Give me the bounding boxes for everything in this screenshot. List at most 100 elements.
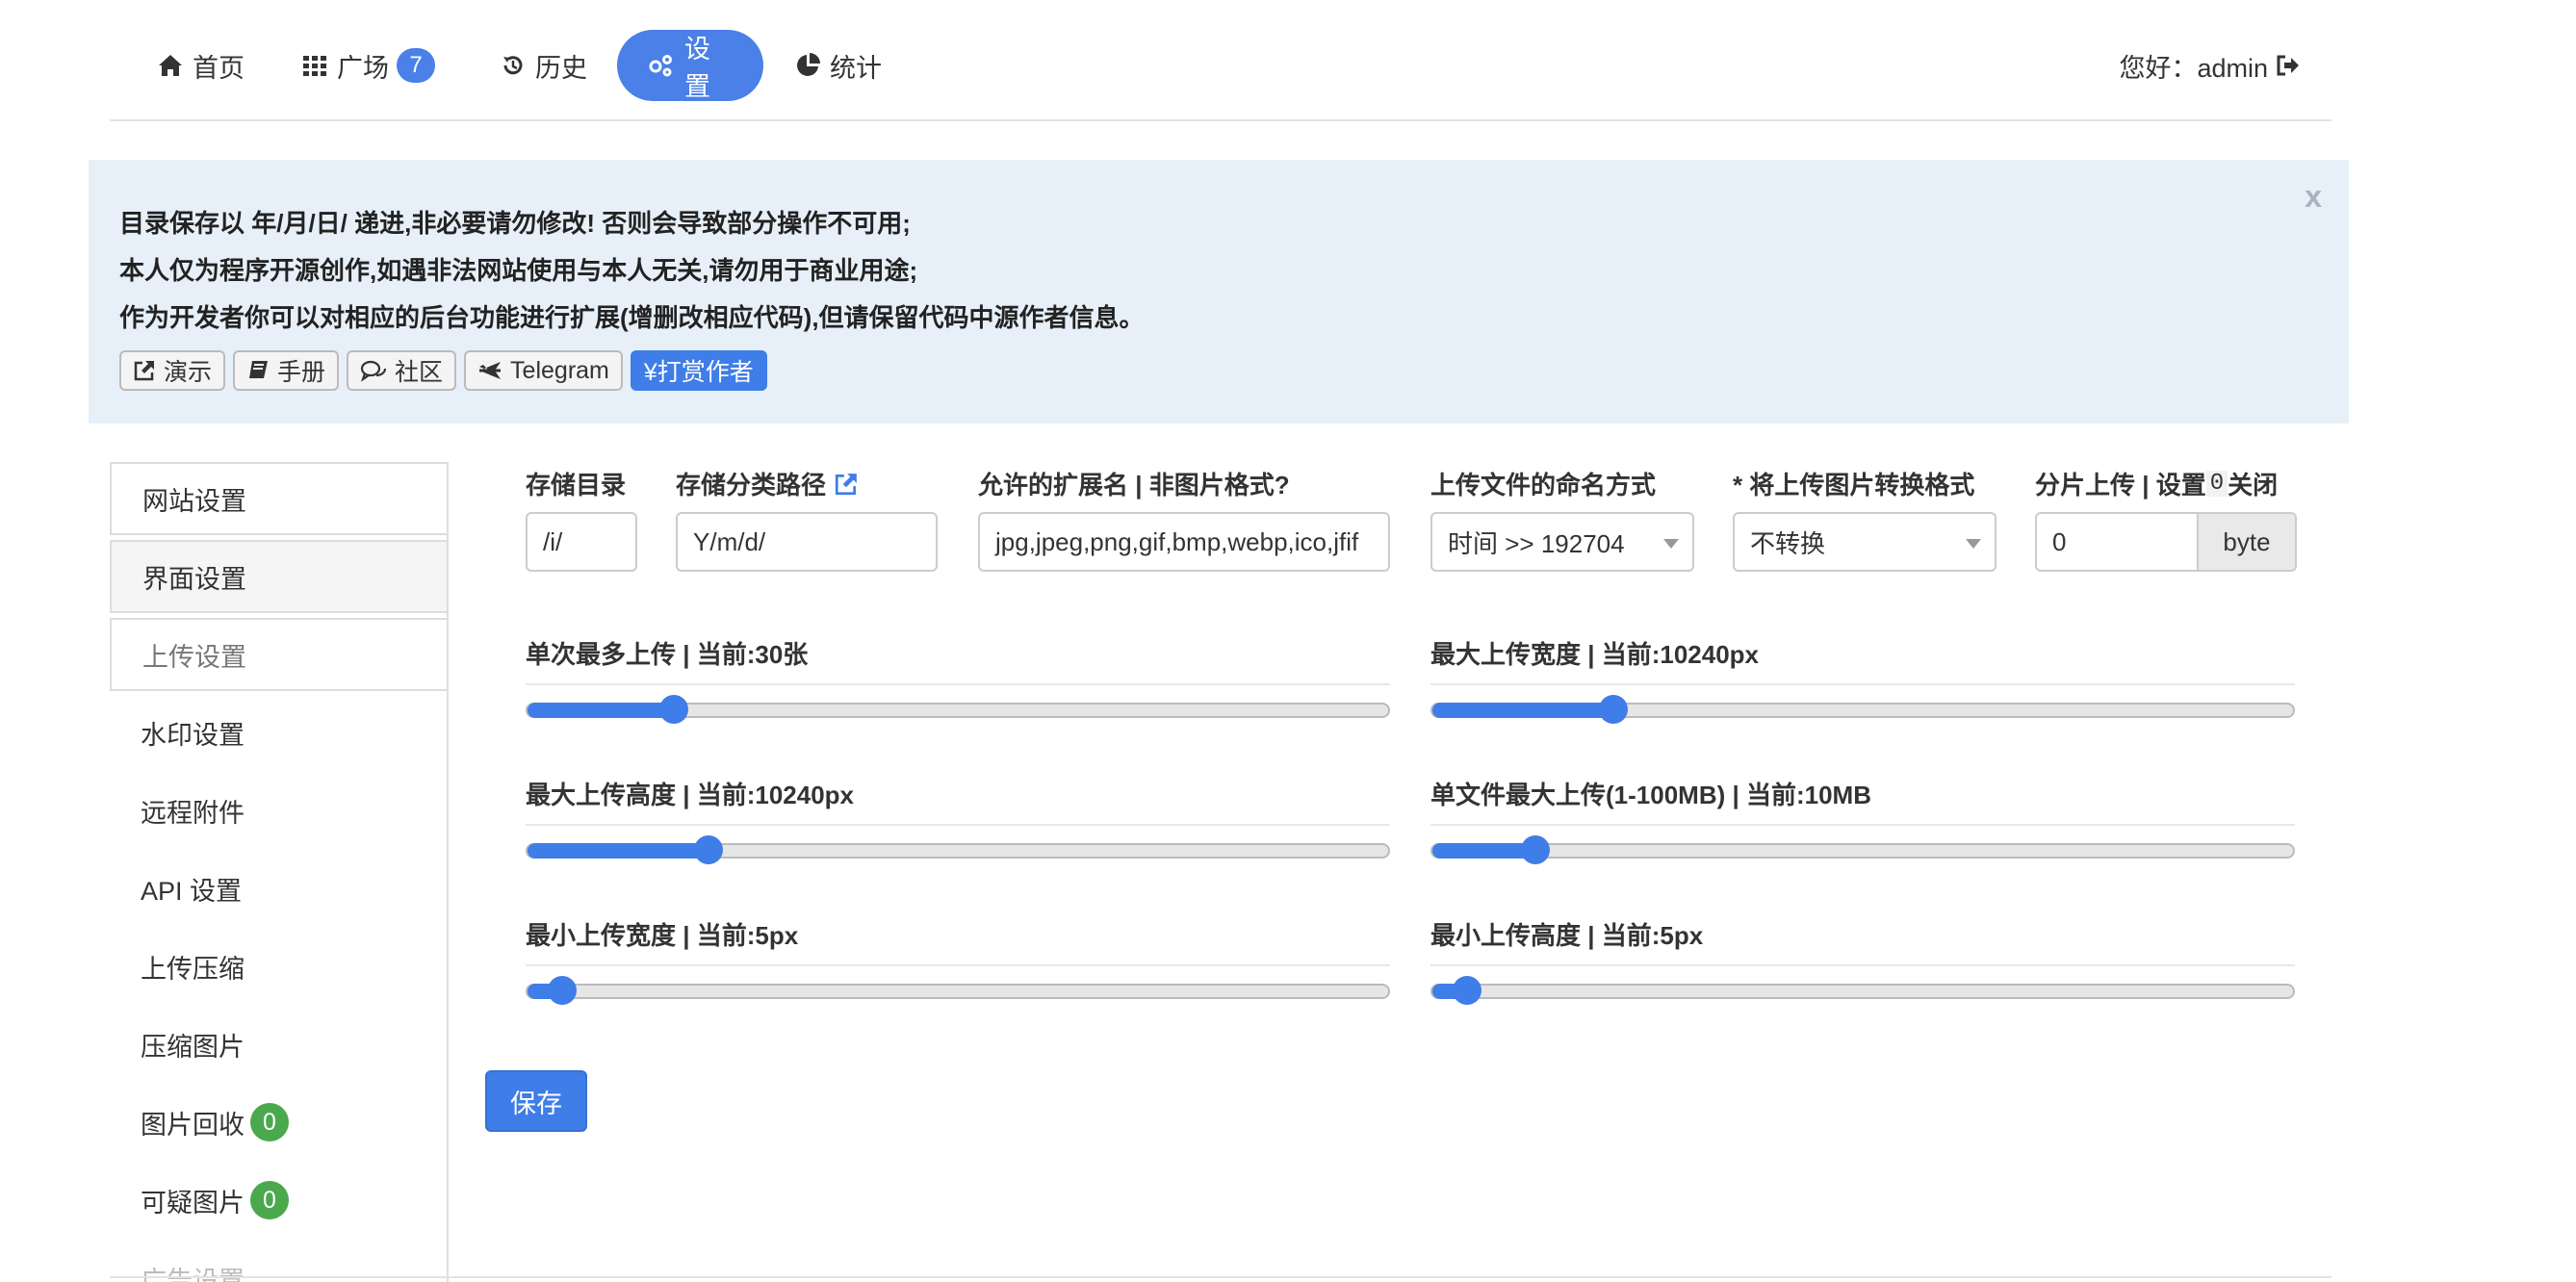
chunk-label-code: 0 bbox=[2205, 471, 2228, 497]
sidebar-item-watermark[interactable]: 水印设置 bbox=[110, 696, 447, 769]
sidebar-item-label: 远程附件 bbox=[141, 798, 245, 828]
donate-button-label: ¥打赏作者 bbox=[643, 359, 754, 386]
storage-path-label-text: 存储分类路径 bbox=[676, 471, 827, 500]
chunk-label-pre: 分片上传 | 设置 bbox=[2035, 471, 2206, 500]
chunk-label-post: 关闭 bbox=[2228, 471, 2279, 500]
nav-stats-label: 统计 bbox=[830, 53, 882, 83]
slider-thumb[interactable] bbox=[1521, 835, 1551, 864]
community-button[interactable]: 社区 bbox=[347, 350, 457, 391]
logout-icon[interactable] bbox=[2276, 54, 2301, 77]
demo-button[interactable]: 演示 bbox=[119, 350, 226, 391]
max-width-slider[interactable] bbox=[1430, 695, 2295, 724]
min-width-slider[interactable] bbox=[526, 976, 1390, 1005]
nav-stats[interactable]: 统计 bbox=[795, 30, 882, 101]
chunk-input[interactable]: 0 bbox=[2035, 512, 2199, 572]
min-width-label: 最小上传宽度 | 当前:5px bbox=[526, 921, 799, 950]
notice-buttons: 演示 手册 社区 Telegram ¥打赏作者 bbox=[119, 350, 767, 391]
sidebar-item-api[interactable]: API 设置 bbox=[110, 852, 447, 925]
user-greeting[interactable]: 您好：admin bbox=[2119, 30, 2301, 101]
divider bbox=[1430, 683, 2295, 685]
slider-thumb[interactable] bbox=[1452, 976, 1481, 1005]
nav-home[interactable]: 首页 bbox=[158, 30, 245, 101]
extensions-label: 允许的扩展名 | 非图片格式? bbox=[978, 471, 1290, 500]
sidebar-item-label: 压缩图片 bbox=[141, 1032, 245, 1062]
sidebar-item-upload[interactable]: 上传设置 bbox=[110, 618, 447, 691]
sidebar-item-remote[interactable]: 远程附件 bbox=[110, 774, 447, 847]
max-height-label: 最大上传高度 | 当前:10240px bbox=[526, 781, 855, 809]
plane-icon bbox=[477, 359, 502, 382]
square-count-badge: 7 bbox=[397, 48, 435, 83]
max-filesize-label: 单文件最大上传(1-100MB) | 当前:10MB bbox=[1430, 781, 1871, 809]
naming-label: 上传文件的命名方式 bbox=[1430, 471, 1657, 500]
recycle-count-badge: 0 bbox=[250, 1103, 289, 1141]
nav-square-label: 广场 bbox=[337, 53, 389, 83]
sidebar-item-label: 水印设置 bbox=[141, 720, 245, 750]
sidebar-item-label: 图片回收 bbox=[141, 1110, 245, 1140]
min-height-slider[interactable] bbox=[1430, 976, 2295, 1005]
settings-sidebar: 网站设置 界面设置 上传设置 水印设置 远程附件 API 设置 上传压缩 压缩图… bbox=[110, 462, 449, 1282]
slider-thumb[interactable] bbox=[693, 835, 723, 864]
donate-button[interactable]: ¥打赏作者 bbox=[630, 350, 767, 391]
extensions-input[interactable]: jpg,jpeg,png,gif,bmp,webp,ico,jfif bbox=[978, 512, 1390, 572]
sidebar-item-interface[interactable]: 界面设置 bbox=[110, 540, 447, 613]
sidebar-item-compress-images[interactable]: 压缩图片 bbox=[110, 1008, 447, 1081]
divider bbox=[526, 683, 1390, 685]
divider bbox=[526, 964, 1390, 966]
history-icon bbox=[501, 53, 526, 78]
grid-icon bbox=[302, 54, 327, 77]
slider-fill bbox=[528, 703, 674, 718]
storage-dir-label: 存储目录 bbox=[526, 471, 627, 500]
nav-settings[interactable]: 设置 bbox=[617, 30, 763, 101]
chunk-label: 分片上传 | 设置 0 关闭 bbox=[2035, 466, 2278, 501]
telegram-button-label: Telegram bbox=[510, 356, 609, 384]
slider-thumb[interactable] bbox=[658, 695, 688, 724]
sidebar-item-label: 可疑图片 bbox=[141, 1188, 245, 1218]
naming-select-value: 时间 >> 192704 bbox=[1448, 528, 1625, 558]
nav-history[interactable]: 历史 bbox=[501, 30, 587, 101]
divider bbox=[1430, 964, 2295, 966]
min-height-label: 最小上传高度 | 当前:5px bbox=[1430, 921, 1704, 950]
demo-button-label: 演示 bbox=[164, 359, 213, 386]
convert-select-value: 不转换 bbox=[1750, 528, 1826, 558]
notice-alert: x 目录保存以 年/月/日/ 递进,非必要请勿修改! 否则会导致部分操作不可用;… bbox=[89, 160, 2349, 423]
greeting-text: 您好：admin bbox=[2119, 53, 2268, 83]
manual-button[interactable]: 手册 bbox=[233, 350, 340, 391]
external-link-icon[interactable] bbox=[834, 472, 859, 497]
slider-thumb[interactable] bbox=[547, 976, 577, 1005]
community-button-label: 社区 bbox=[395, 359, 444, 386]
book-icon bbox=[246, 359, 270, 382]
sidebar-item-upload-compress[interactable]: 上传压缩 bbox=[110, 930, 447, 1003]
storage-path-input[interactable]: Y/m/d/ bbox=[676, 512, 938, 572]
max-count-slider[interactable] bbox=[526, 695, 1390, 724]
sidebar-item-site[interactable]: 网站设置 bbox=[110, 462, 447, 535]
chevron-down-icon bbox=[1966, 539, 1981, 549]
max-filesize-slider[interactable] bbox=[1430, 835, 2295, 864]
nav-settings-label: 设置 bbox=[684, 35, 710, 101]
telegram-button[interactable]: Telegram bbox=[464, 350, 623, 391]
divider bbox=[526, 824, 1390, 826]
nav-home-label: 首页 bbox=[193, 53, 245, 83]
max-height-slider[interactable] bbox=[526, 835, 1390, 864]
notice-close-button[interactable]: x bbox=[2305, 179, 2322, 215]
nav-square[interactable]: 广场 7 bbox=[302, 30, 435, 101]
convert-label: * 将上传图片转换格式 bbox=[1733, 471, 1975, 500]
sidebar-item-label: 上传设置 bbox=[142, 642, 246, 672]
slider-fill bbox=[1432, 843, 1536, 859]
chunk-unit-addon: byte bbox=[2199, 512, 2297, 572]
sidebar-item-recycle[interactable]: 图片回收 0 bbox=[110, 1086, 447, 1159]
gears-icon bbox=[646, 53, 675, 78]
notice-line-1: 目录保存以 年/月/日/ 递进,非必要请勿修改! 否则会导致部分操作不可用; bbox=[119, 209, 911, 238]
storage-dir-input[interactable]: /i/ bbox=[526, 512, 637, 572]
nav-history-label: 历史 bbox=[535, 53, 587, 83]
convert-select[interactable]: 不转换 bbox=[1733, 512, 1996, 572]
slider-thumb[interactable] bbox=[1598, 695, 1628, 724]
sidebar-item-label: API 设置 bbox=[141, 876, 243, 906]
save-button[interactable]: 保存 bbox=[485, 1070, 587, 1132]
max-count-label: 单次最多上传 | 当前:30张 bbox=[526, 640, 809, 669]
sidebar-item-suspicious[interactable]: 可疑图片 0 bbox=[110, 1164, 447, 1237]
suspicious-count-badge: 0 bbox=[250, 1181, 289, 1219]
naming-select[interactable]: 时间 >> 192704 bbox=[1430, 512, 1694, 572]
manual-button-label: 手册 bbox=[277, 359, 326, 386]
divider bbox=[1430, 824, 2295, 826]
sidebar-item-label: 网站设置 bbox=[142, 486, 246, 516]
